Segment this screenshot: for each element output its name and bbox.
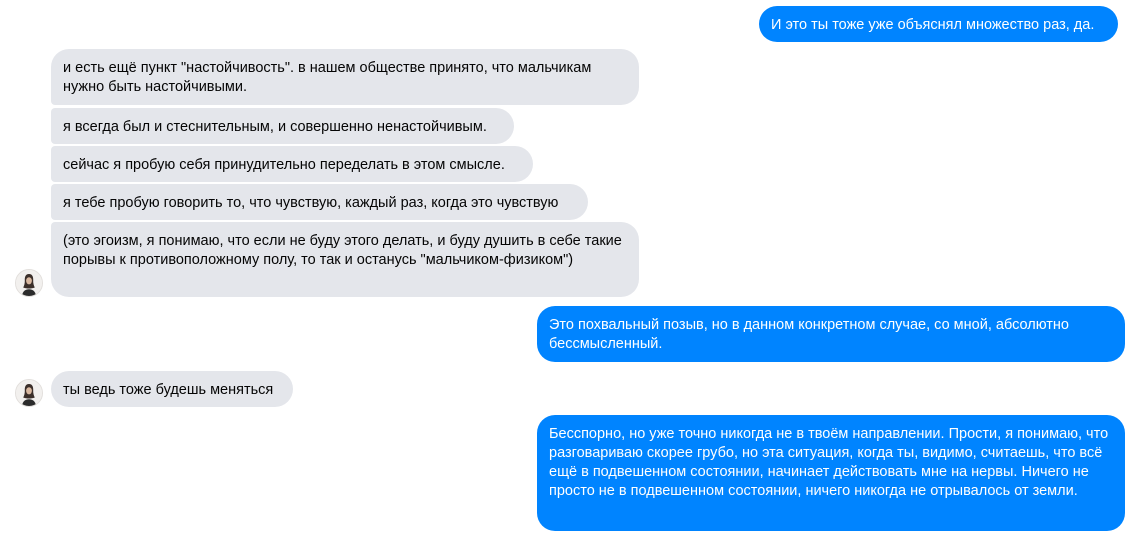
message-incoming[interactable]: сейчас я пробую себя принудительно перед… xyxy=(51,146,533,182)
message-incoming[interactable]: ты ведь тоже будешь меняться xyxy=(51,371,293,407)
message-outgoing[interactable]: Это похвальный позыв, но в данном конкре… xyxy=(537,306,1125,362)
contact-avatar-icon[interactable] xyxy=(15,269,43,297)
message-outgoing[interactable]: Бесспорно, но уже точно никогда не в тво… xyxy=(537,415,1125,531)
message-incoming[interactable]: я тебе пробую говорить то, что чувствую,… xyxy=(51,184,588,220)
contact-avatar-icon[interactable] xyxy=(15,379,43,407)
message-incoming[interactable]: я всегда был и стеснительным, и совершен… xyxy=(51,108,514,144)
message-outgoing[interactable]: И это ты тоже уже объяснял множество раз… xyxy=(759,6,1118,42)
message-incoming[interactable]: и есть ещё пункт "настойчивость". в наше… xyxy=(51,49,639,105)
chat-thread: И это ты тоже уже объяснял множество раз… xyxy=(0,0,1136,536)
message-incoming[interactable]: (это эгоизм, я понимаю, что если не буду… xyxy=(51,222,639,297)
